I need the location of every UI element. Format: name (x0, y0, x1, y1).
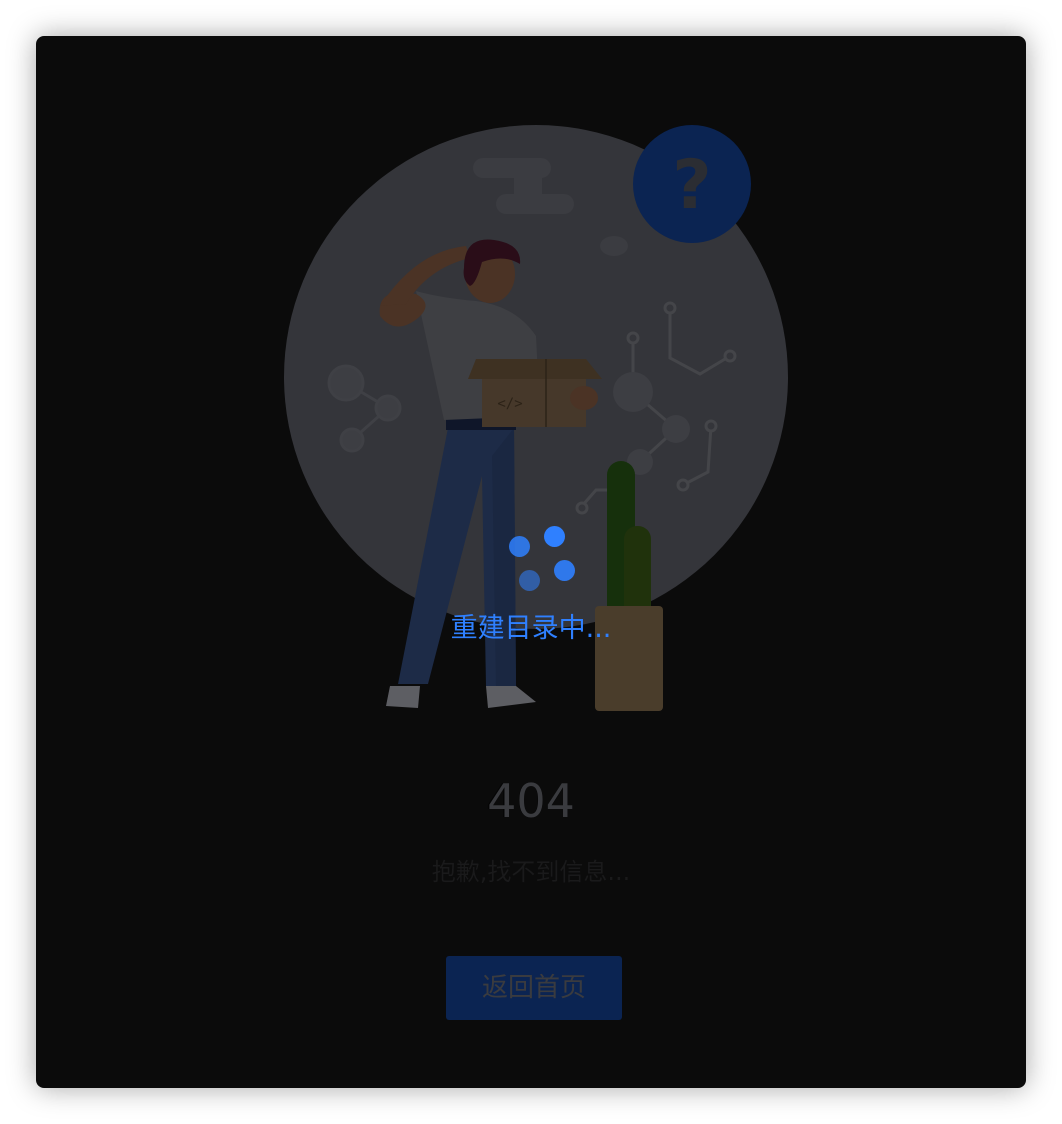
app-window: 404 抱歉,找不到信息... 返回首页 (36, 36, 1026, 1088)
loading-spinner (494, 520, 575, 600)
faded-error-code: 404 (487, 774, 575, 828)
spinner-dot (554, 560, 575, 581)
spinner-dot (544, 526, 565, 547)
spinner-dot (519, 570, 540, 591)
spinner-dot (509, 536, 530, 557)
code-box-icon: </> (497, 396, 522, 412)
loading-text: 重建目录中... (450, 613, 612, 644)
faded-error-message: 抱歉,找不到信息... (431, 858, 631, 886)
loading-overlay: ? </> 404 抱歉,找不到信息... 返回首页 重建目录中... (36, 36, 1026, 1088)
question-mark-icon: ? (672, 146, 711, 225)
faded-home-button: 返回首页 (446, 956, 622, 1020)
faded-illustration: ? </> (284, 125, 788, 711)
